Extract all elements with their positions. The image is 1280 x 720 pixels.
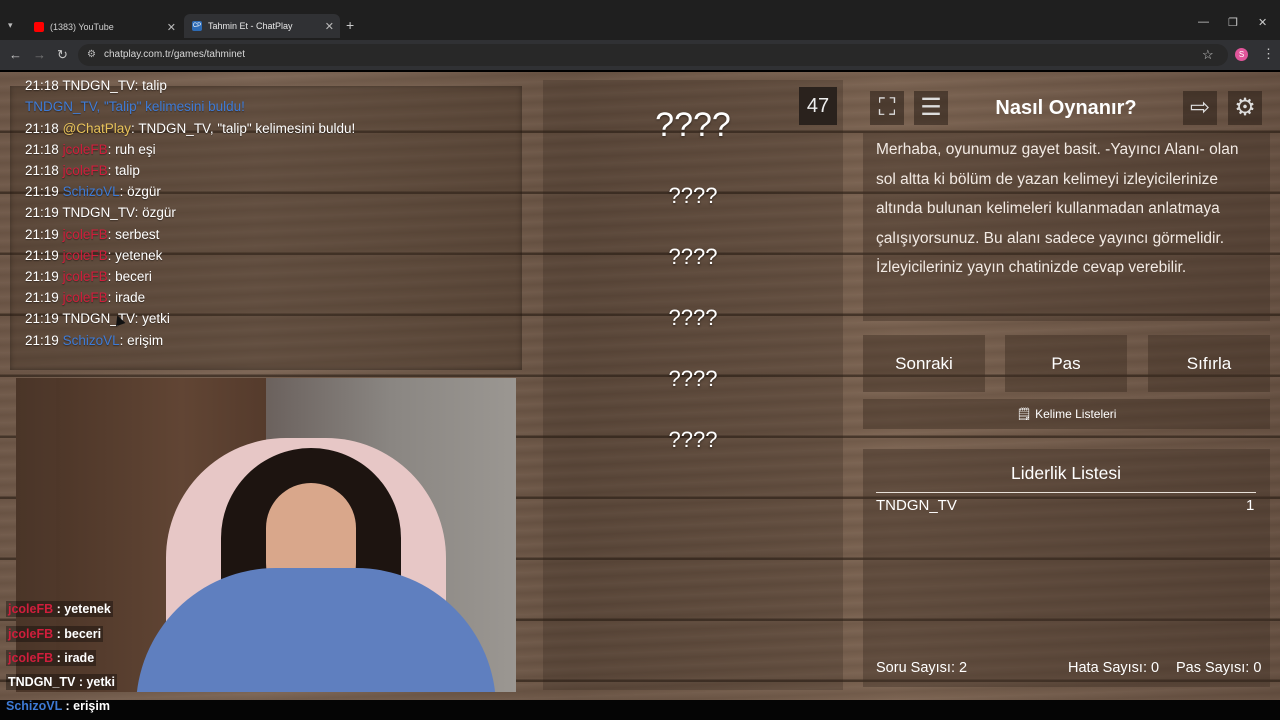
- leaderboard-row-name: TNDGN_TV: [876, 497, 957, 514]
- chatplay-icon: CP: [192, 21, 202, 31]
- tab-youtube[interactable]: (1383) YouTube ✕: [26, 16, 182, 38]
- exit-icon[interactable]: ⇨: [1183, 91, 1217, 125]
- forward-icon[interactable]: →: [33, 47, 46, 62]
- maximize-icon[interactable]: ❐: [1228, 16, 1238, 29]
- bookmark-star-icon[interactable]: ☆: [1202, 47, 1214, 63]
- tab-chatplay[interactable]: CP Tahmin Et - ChatPlay ✕: [184, 14, 340, 38]
- reset-button[interactable]: Sıfırla: [1148, 335, 1270, 392]
- overlay-chat-message: jcoleFB : beceri: [6, 626, 104, 642]
- main-word: ????: [655, 106, 731, 144]
- youtube-icon: [34, 22, 44, 32]
- bottom-strip: [0, 700, 1280, 720]
- notepad-icon: 🗒: [1016, 407, 1032, 421]
- pass-count: Pas Sayısı: 0: [1176, 660, 1262, 676]
- chat-message: 21:18 jcoleFB: ruh eşi: [25, 142, 156, 157]
- new-tab-icon[interactable]: +: [346, 17, 354, 33]
- back-icon[interactable]: ←: [9, 47, 22, 62]
- reload-icon[interactable]: ↻: [57, 47, 68, 63]
- next-button[interactable]: Sonraki: [863, 335, 985, 392]
- howto-title: Nasıl Oynanır?: [995, 97, 1137, 119]
- close-icon[interactable]: ✕: [167, 21, 176, 34]
- chat-message: 21:18 TNDGN_TV: talip: [25, 78, 167, 93]
- chat-message: 21:19 TNDGN_TV: yetki: [25, 311, 170, 326]
- chat-message: 21:19 jcoleFB: serbest: [25, 227, 160, 242]
- howto-description: Merhaba, oyunumuz gayet basit. -Yayıncı …: [863, 133, 1270, 321]
- forbidden-word: ????: [668, 427, 718, 452]
- forbidden-word: ????: [668, 305, 718, 330]
- chat-message: 21:19 SchizoVL: özgür: [25, 184, 161, 199]
- minimize-icon[interactable]: —: [1198, 16, 1209, 28]
- chat-message: 21:18 @ChatPlay: TNDGN_TV, "talip" kelim…: [25, 121, 356, 136]
- forbidden-word: ????: [668, 183, 718, 208]
- forbidden-word: ????: [668, 366, 718, 391]
- site-info-icon[interactable]: ⚙: [87, 49, 96, 60]
- webcam-video: [16, 378, 516, 692]
- overlay-chat-message: jcoleFB : irade: [6, 650, 97, 666]
- error-count: Hata Sayısı: 0: [1068, 660, 1160, 676]
- url-field[interactable]: ⚙ chatplay.com.tr/games/tahminet: [78, 44, 1228, 66]
- leaderboard-row-score: 1: [1246, 497, 1255, 514]
- chat-message: 21:19 jcoleFB: yetenek: [25, 248, 163, 263]
- menu-kebab-icon[interactable]: ⋮: [1262, 46, 1275, 62]
- overlay-chat-message: SchizoVL : erişim: [6, 699, 110, 713]
- chat-message: 21:19 jcoleFB: irade: [25, 290, 146, 305]
- pass-button[interactable]: Pas: [1005, 335, 1127, 392]
- url-text: chatplay.com.tr/games/tahminet: [104, 49, 245, 60]
- browser-tabbar: ▾ (1383) YouTube ✕ CP Tahmin Et - ChatPl…: [0, 0, 1280, 40]
- word-lists-button[interactable]: 🗒 Kelime Listeleri: [863, 399, 1270, 429]
- window-close-icon[interactable]: ✕: [1258, 16, 1267, 29]
- chat-panel[interactable]: 21:18 TNDGN_TV: talip TNDGN_TV, "Talip" …: [10, 78, 522, 372]
- tab-label: (1383) YouTube: [50, 22, 114, 32]
- forbidden-word: ????: [668, 244, 718, 269]
- question-count: Soru Sayısı: 2: [876, 660, 968, 676]
- gear-icon[interactable]: ⚙: [1228, 91, 1262, 125]
- chat-message: 21:19 jcoleFB: beceri: [25, 269, 152, 284]
- profile-avatar[interactable]: S: [1235, 48, 1248, 61]
- tab-search-icon[interactable]: ▾: [8, 20, 13, 31]
- leaderboard-title: Liderlik Listesi: [876, 463, 1256, 493]
- overlay-chat-message: jcoleFB : yetenek: [6, 601, 113, 617]
- chat-message: 21:19 SchizoVL: erişim: [25, 333, 164, 348]
- chat-message: 21:19 TNDGN_TV: özgür: [25, 205, 176, 220]
- overlay-chat-message: TNDGN_TV : yetki: [6, 674, 117, 690]
- close-icon[interactable]: ✕: [325, 20, 334, 33]
- fullscreen-icon[interactable]: ⛶: [870, 91, 904, 125]
- word-lists-label: Kelime Listeleri: [1035, 407, 1117, 421]
- tab-label: Tahmin Et - ChatPlay: [208, 21, 293, 31]
- chat-system-message: TNDGN_TV, "Talip" kelimesini buldu!: [25, 99, 245, 114]
- chat-message: 21:18 jcoleFB: talip: [25, 163, 140, 178]
